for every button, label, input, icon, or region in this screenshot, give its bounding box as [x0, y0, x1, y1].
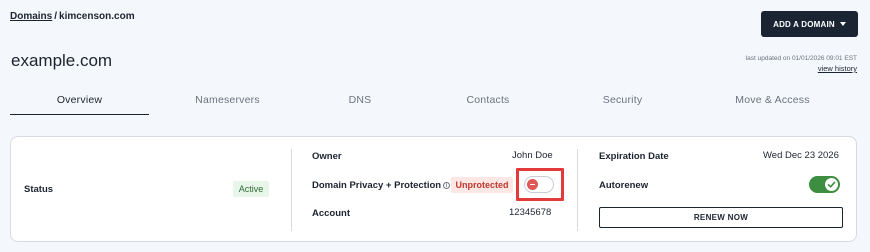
- status-label: Status: [24, 184, 54, 195]
- add-domain-button[interactable]: ADD A DOMAIN: [761, 11, 858, 37]
- tab-move-access[interactable]: Move & Access: [710, 88, 835, 115]
- account-value: 12345678: [509, 207, 552, 218]
- expiration-label: Expiration Date: [599, 151, 669, 162]
- tab-security[interactable]: Security: [575, 88, 670, 115]
- divider: [577, 149, 578, 231]
- tab-overview[interactable]: Overview: [10, 88, 149, 115]
- autorenew-toggle[interactable]: [809, 176, 840, 193]
- renew-now-button[interactable]: RENEW NOW: [599, 207, 843, 228]
- expiration-value: Wed Dec 23 2026: [763, 150, 839, 161]
- breadcrumb-domains-link[interactable]: Domains: [10, 11, 52, 22]
- breadcrumb: Domains / kimcenson.com: [10, 11, 135, 22]
- last-updated-text: last updated on 01/01/2026 09:01 EST: [745, 55, 857, 62]
- privacy-toggle[interactable]: [524, 176, 554, 193]
- minus-icon: [527, 179, 538, 190]
- page-title: example.com: [11, 51, 113, 70]
- owner-label: Owner: [312, 151, 342, 162]
- owner-value: John Doe: [512, 150, 553, 161]
- last-updated: last updated on 01/01/2026 09:01 EST vie…: [746, 54, 857, 74]
- privacy-label: Domain Privacy + Protection: [312, 180, 442, 191]
- tab-contacts[interactable]: Contacts: [443, 88, 533, 115]
- autorenew-label: Autorenew: [599, 180, 649, 191]
- domain-overview-page: Domains / kimcenson.com ADD A DOMAIN examp…: [0, 0, 870, 252]
- status-badge: Active: [233, 181, 269, 197]
- tab-nameservers[interactable]: Nameservers: [170, 88, 285, 115]
- breadcrumb-current: kimcenson.com: [59, 11, 135, 22]
- check-icon: [825, 178, 838, 191]
- info-icon[interactable]: i: [443, 182, 451, 189]
- add-domain-label: ADD A DOMAIN: [773, 19, 835, 29]
- tab-bar: Overview Nameservers DNS Contacts Securi…: [10, 88, 860, 115]
- divider: [291, 149, 292, 231]
- chevron-down-icon: [839, 22, 846, 26]
- tab-dns[interactable]: DNS: [315, 88, 405, 115]
- privacy-label-group: Domain Privacy + Protection i: [312, 180, 451, 191]
- view-history-link[interactable]: view history: [746, 64, 857, 74]
- breadcrumb-separator: /: [54, 11, 58, 22]
- account-label: Account: [312, 208, 350, 219]
- domain-summary-card: Status Active Owner John Doe Domain Priv…: [10, 136, 857, 242]
- privacy-status-badge: Unprotected: [451, 177, 513, 193]
